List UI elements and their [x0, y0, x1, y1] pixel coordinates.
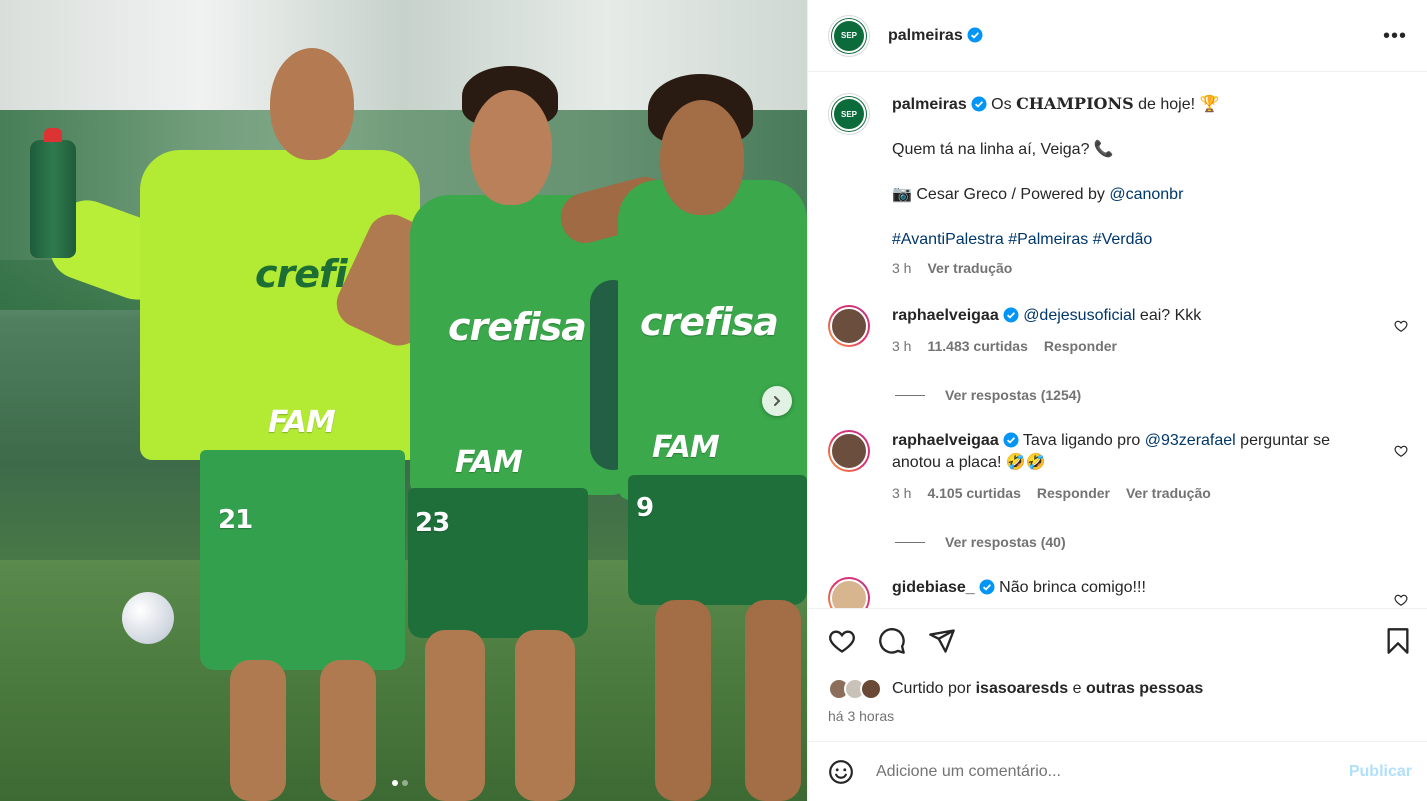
- emoji-icon[interactable]: [828, 759, 854, 785]
- comment-input[interactable]: [876, 762, 1349, 781]
- comment-item: gidebiase_ Não brinca comigo!!!: [828, 577, 1408, 608]
- avatar[interactable]: SEP: [828, 14, 870, 57]
- like-comment-heart-icon[interactable]: [1394, 593, 1408, 607]
- shorts-number: 9: [636, 493, 654, 523]
- timestamp[interactable]: 3 h: [892, 257, 911, 279]
- share-send-icon[interactable]: [928, 627, 956, 655]
- more-options-icon[interactable]: •••: [1383, 26, 1407, 46]
- post-header: SEP palmeiras •••: [808, 0, 1427, 72]
- see-translation-button[interactable]: Ver tradução: [1126, 482, 1211, 504]
- verified-badge-icon: [1003, 307, 1019, 323]
- caption-text: Os: [991, 96, 1017, 113]
- instagram-post-viewer: crefisa FAM 21 crefisa FAM 23 crefisa FA…: [0, 0, 1427, 801]
- comment-username[interactable]: gidebiase_: [892, 579, 975, 596]
- comment-likes[interactable]: 4.105 curtidas: [927, 482, 1020, 504]
- see-translation-button[interactable]: Ver tradução: [927, 257, 1012, 279]
- caption-line: 📷 Cesar Greco / Powered by: [892, 186, 1110, 203]
- slide-dot: [402, 780, 408, 786]
- verified-badge-icon: [971, 96, 987, 112]
- avatar: [860, 678, 882, 700]
- hashtags[interactable]: #AvantiPalestra #Palmeiras #Verdão: [892, 229, 1408, 251]
- avatar[interactable]: [828, 305, 870, 347]
- divider: [895, 541, 925, 543]
- like-comment-heart-icon[interactable]: [1394, 444, 1408, 458]
- verified-badge-icon: [967, 27, 983, 42]
- chevron-right-icon: [774, 396, 781, 406]
- shirt-sponsor-text: FAM: [652, 430, 720, 465]
- liked-and: e: [1072, 680, 1082, 697]
- publish-button[interactable]: Publicar: [1349, 763, 1412, 781]
- post-author-username[interactable]: palmeiras: [888, 27, 983, 45]
- view-replies-button[interactable]: Ver respostas (40): [895, 534, 1066, 550]
- comment-text: Não brinca comigo!!!: [999, 579, 1146, 596]
- comment-text: Tava ligando pro: [1022, 432, 1145, 449]
- post-actions: Curtido por isasoaresds e outras pessoas…: [808, 608, 1427, 741]
- next-slide-button[interactable]: [762, 386, 792, 416]
- post-caption: SEP palmeiras Os CHAMPIONS de hoje! 🏆 Qu…: [828, 93, 1408, 279]
- view-replies-text[interactable]: Ver respostas (1254): [945, 387, 1081, 403]
- caption-username[interactable]: palmeiras: [892, 96, 967, 113]
- like-comment-heart-icon[interactable]: [1394, 319, 1408, 333]
- avatar[interactable]: [828, 577, 870, 608]
- comment-composer: Publicar: [808, 741, 1427, 801]
- comment-username[interactable]: raphaelveigaa: [892, 307, 999, 324]
- post-sidebar: SEP palmeiras ••• SEP palmeiras Os CHAMP…: [807, 0, 1427, 801]
- player-right: crefisa FAM 9: [0, 0, 807, 801]
- timestamp[interactable]: 3 h: [892, 482, 911, 504]
- comment-text: eai? Kkk: [1135, 307, 1202, 324]
- liked-others-link[interactable]: outras pessoas: [1086, 680, 1203, 698]
- post-time[interactable]: há 3 horas: [828, 708, 894, 724]
- reply-button[interactable]: Responder: [1044, 335, 1117, 357]
- view-replies-text[interactable]: Ver respostas (40): [945, 534, 1066, 550]
- water-bottle: [30, 128, 76, 258]
- club-crest-icon: SEP: [832, 18, 866, 53]
- slide-indicator: [392, 780, 408, 786]
- shirt-brand-text: crefisa: [640, 300, 779, 344]
- username-text[interactable]: palmeiras: [888, 27, 963, 44]
- comments-list: SEP palmeiras Os CHAMPIONS de hoje! 🏆 Qu…: [808, 73, 1427, 608]
- slide-dot-active: [392, 780, 398, 786]
- reply-button[interactable]: Responder: [1037, 482, 1110, 504]
- comment-item: raphaelveigaa Tava ligando pro @93zerafa…: [828, 430, 1408, 504]
- view-replies-button[interactable]: Ver respostas (1254): [895, 387, 1081, 403]
- mention-link[interactable]: @canonbr: [1109, 186, 1183, 203]
- avatar[interactable]: SEP: [828, 93, 870, 135]
- divider: [895, 394, 925, 396]
- post-image[interactable]: crefisa FAM 21 crefisa FAM 23 crefisa FA…: [0, 0, 807, 801]
- caption-line: Quem tá na linha aí, Veiga? 📞: [892, 141, 1114, 158]
- avatar[interactable]: [828, 430, 870, 472]
- timestamp[interactable]: 3 h: [892, 335, 911, 357]
- like-heart-icon[interactable]: [828, 627, 856, 655]
- liked-by: Curtido por isasoaresds e outras pessoas: [828, 678, 1203, 700]
- liked-prefix: Curtido por: [892, 680, 972, 697]
- liked-username[interactable]: isasoaresds: [976, 680, 1069, 698]
- mention-link[interactable]: @93zerafael: [1145, 432, 1236, 449]
- comment-icon[interactable]: [878, 627, 906, 655]
- liked-avatars[interactable]: [828, 678, 882, 700]
- verified-badge-icon: [1003, 432, 1019, 448]
- club-crest-icon: SEP: [832, 97, 866, 131]
- caption-bold-text: CHAMPIONS: [1016, 94, 1134, 113]
- save-bookmark-icon[interactable]: [1384, 627, 1412, 655]
- comment-item: raphaelveigaa @dejesusoficial eai? Kkk 3…: [828, 305, 1408, 357]
- comment-username[interactable]: raphaelveigaa: [892, 432, 999, 449]
- mention-link[interactable]: @dejesusoficial: [1023, 307, 1135, 324]
- caption-text: de hoje! 🏆: [1133, 96, 1220, 113]
- verified-badge-icon: [979, 579, 995, 595]
- comment-likes[interactable]: 11.483 curtidas: [927, 335, 1027, 357]
